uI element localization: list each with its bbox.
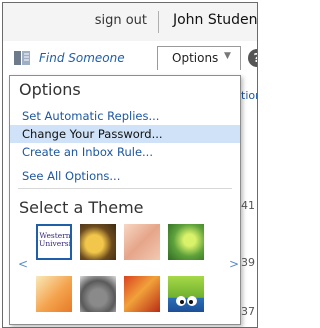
theme-tile-green-leaf[interactable] [168,224,204,260]
help-icon[interactable]: ? [248,49,257,67]
theme-tile-western-university[interactable]: WesternUniversity [36,224,72,260]
menu-item-create-inbox-rule[interactable]: Create an Inbox Rule... [10,143,240,161]
header-divider [158,11,159,33]
theme-tile-robot[interactable] [80,276,116,312]
chevron-left-icon[interactable]: < [18,257,28,271]
options-button[interactable]: Options ▼ [157,46,241,70]
top-header-bar: sign out John Student [3,3,257,42]
background-message-list: tions 41 Al 39 Al 37 Al [241,75,257,327]
theme-tile-autumn-leaves[interactable] [124,276,160,312]
address-book-icon[interactable] [13,50,31,66]
background-text: tions [241,89,257,102]
sign-out-link[interactable]: sign out [95,13,147,28]
select-theme-heading: Select a Theme [19,198,144,217]
menu-item-change-password[interactable]: Change Your Password... [10,125,240,143]
options-dropdown-menu: Options Set Automatic Replies... Change … [9,75,241,325]
background-text: 41 Al [241,199,257,212]
outlook-web-app-window: sign out John Student Find Someone Optio… [2,2,258,328]
options-button-label: Options [172,51,219,65]
chevron-right-icon[interactable]: > [229,257,239,271]
user-name-button[interactable]: John Student [173,12,257,28]
menu-item-see-all-options[interactable]: See All Options... [10,167,240,185]
background-text: 39 Al [241,256,257,269]
cartoon-eyes-icon [176,296,197,306]
menu-title: Options [19,80,81,99]
theme-tile-orange-splash[interactable] [36,276,72,312]
menu-item-set-automatic-replies[interactable]: Set Automatic Replies... [10,107,240,125]
background-text: 37 Al [241,305,257,318]
theme-tile-petals[interactable] [124,224,160,260]
menu-divider [18,188,232,189]
theme-tile-cartoon[interactable] [168,276,204,312]
toolbar: Find Someone Options ▼ ? [3,41,257,75]
theme-tile-sunflower[interactable] [80,224,116,260]
chevron-down-icon: ▼ [224,51,231,61]
western-university-logo: WesternUniversity [39,231,72,248]
find-someone-link[interactable]: Find Someone [39,51,125,65]
